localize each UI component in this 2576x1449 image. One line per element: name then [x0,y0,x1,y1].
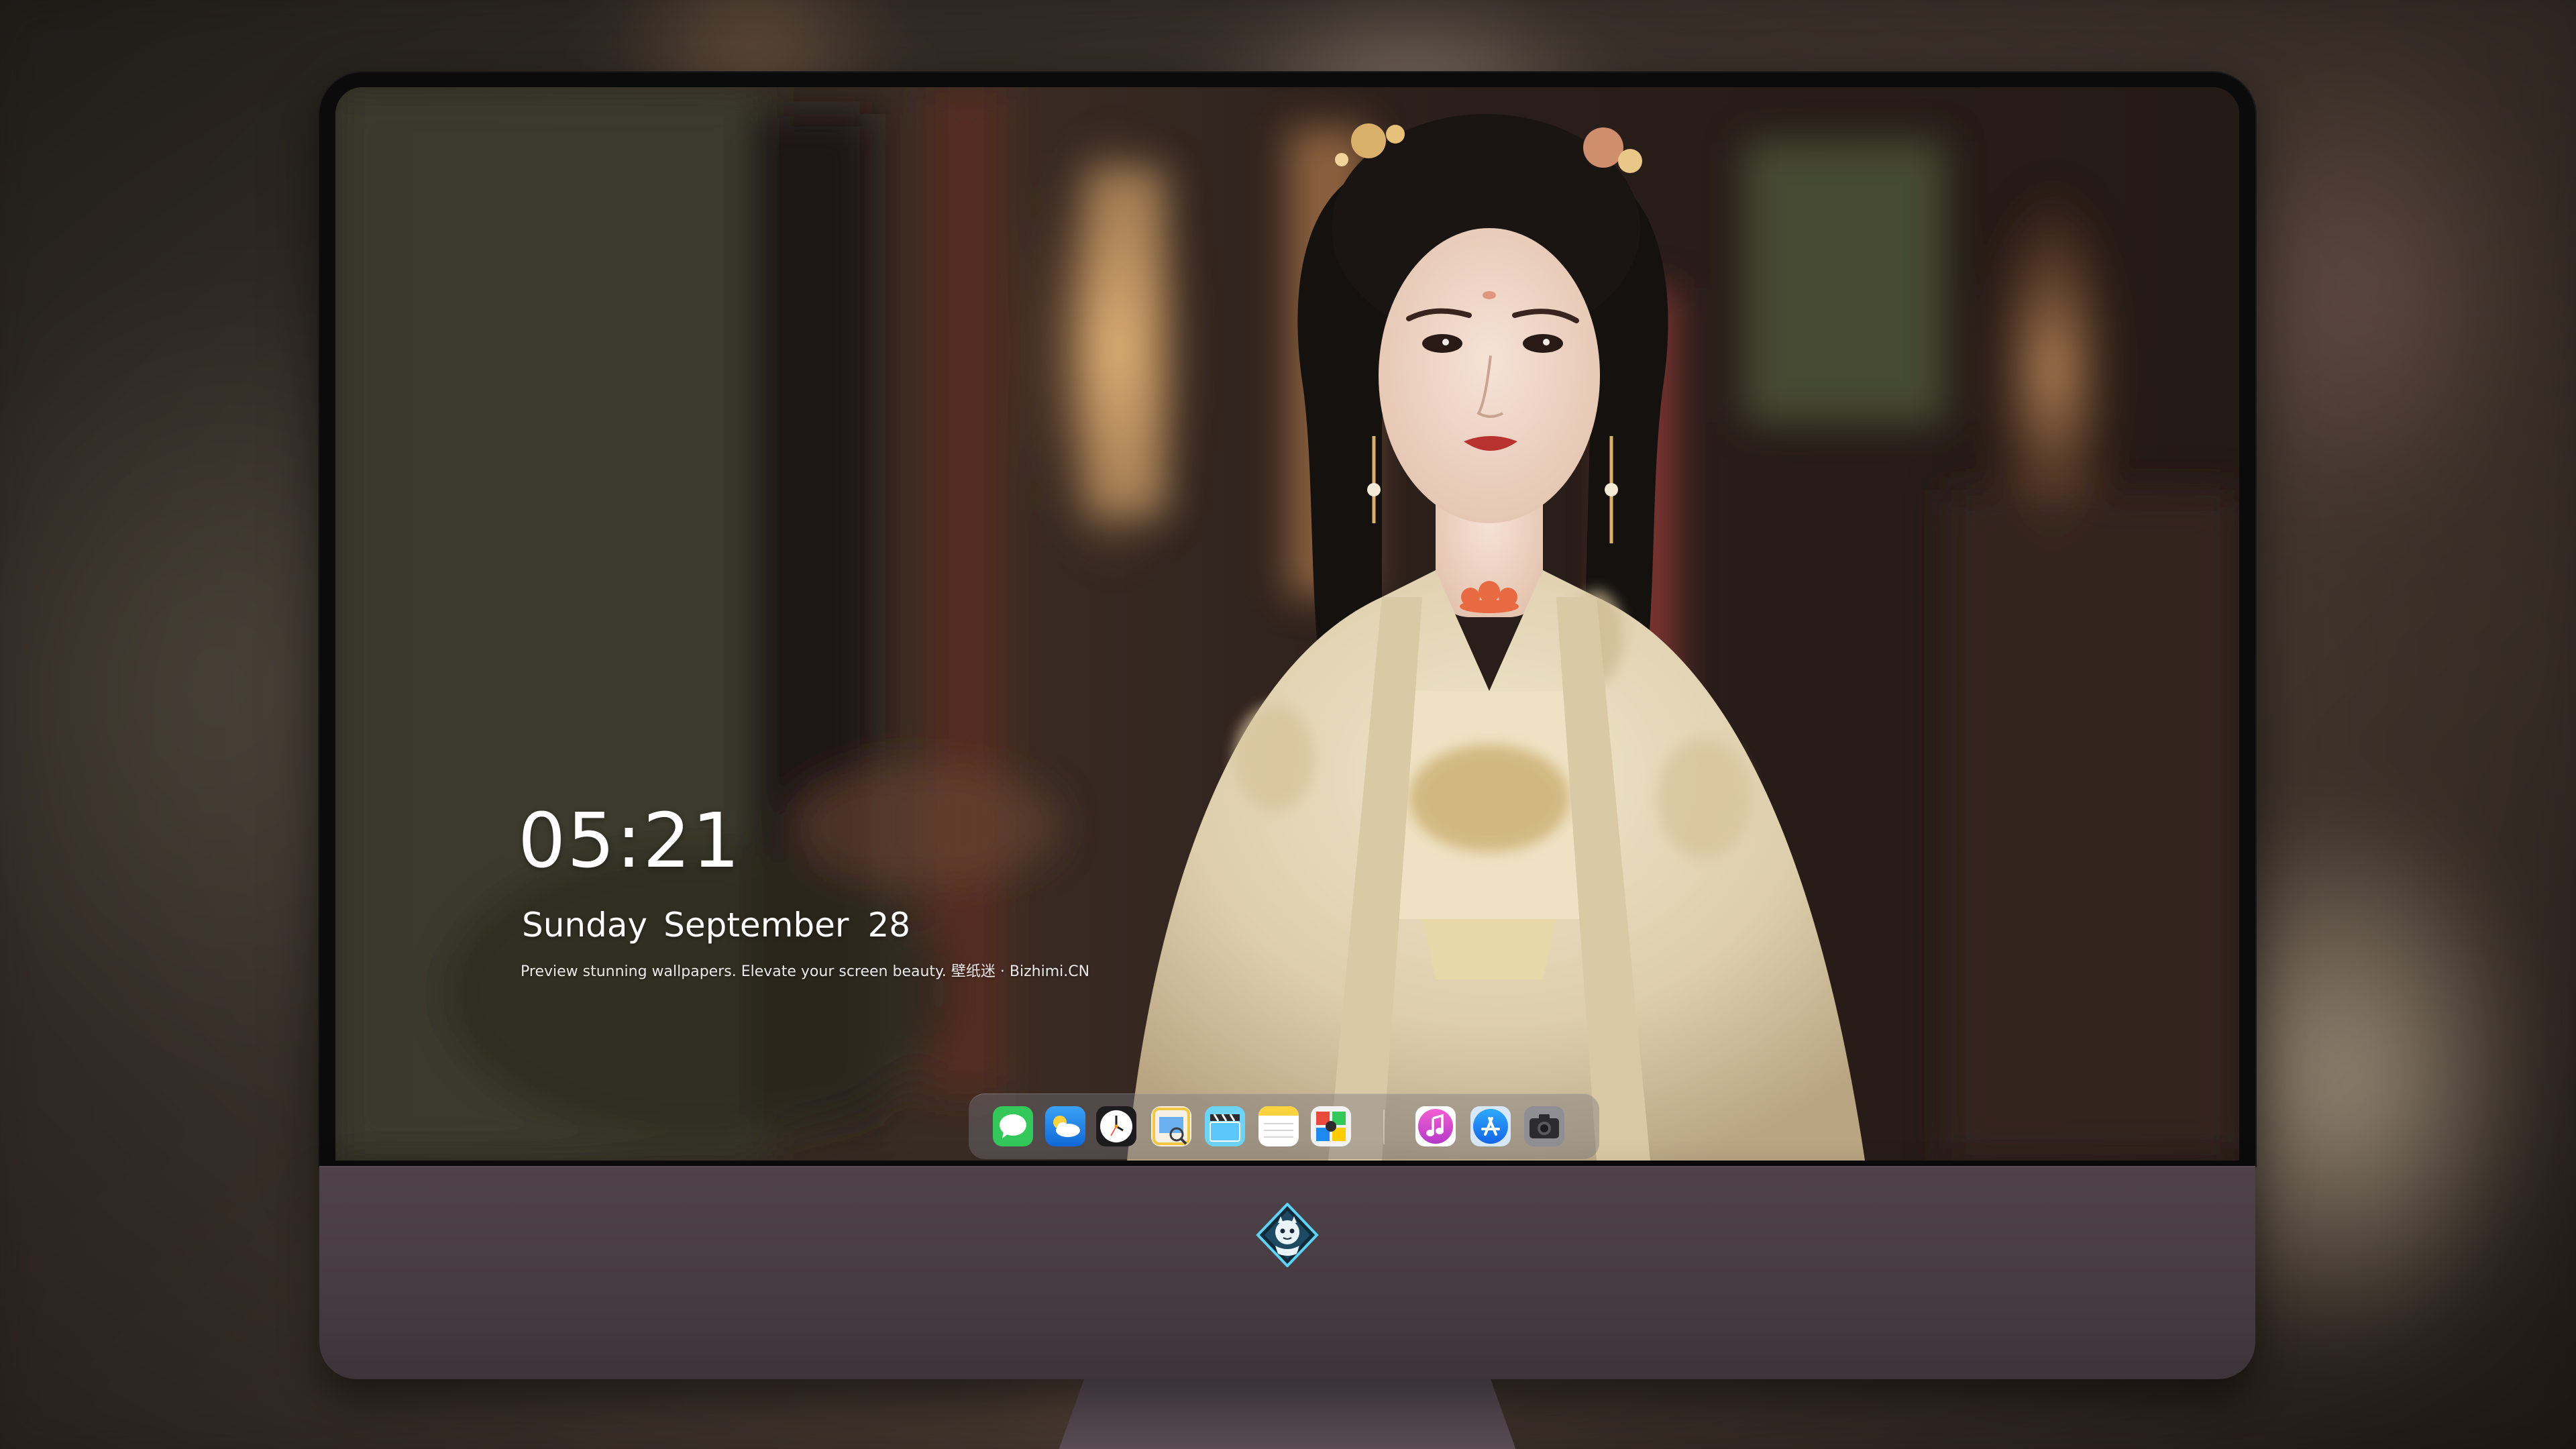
brand-logo-icon [1256,1203,1319,1267]
lock-screen[interactable]: 05:21 Sunday September 28 Preview stunning… [335,87,2239,1161]
desktop-scene: 05:21 Sunday September 28 Preview stunning… [0,0,2576,1449]
camera-icon[interactable] [1524,1106,1564,1146]
app-store-icon[interactable] [1470,1106,1511,1146]
preview-icon[interactable] [1151,1106,1191,1146]
clock-icon[interactable] [1096,1106,1136,1146]
weather-icon[interactable] [1045,1106,1085,1146]
photo-booth-icon[interactable] [1311,1106,1351,1146]
notes-icon[interactable] [1258,1106,1299,1146]
monitor-stand [1059,1379,1516,1449]
lock-screen-clock: 05:21 [518,798,741,885]
video-icon[interactable] [1205,1106,1245,1146]
date-month: September [663,906,849,945]
date-weekday: Sunday [522,906,648,945]
dock-divider [1383,1110,1385,1144]
watermark-tagline: Preview stunning wallpapers. Elevate you… [521,963,1090,980]
music-icon[interactable] [1415,1106,1456,1146]
monitor: 05:21 Sunday September 28 Preview stunning… [319,72,2255,1449]
wallpaper-image [335,87,2239,1161]
dock [969,1093,1599,1159]
messages-icon[interactable] [993,1106,1033,1146]
date-day: 28 [867,906,911,945]
monitor-chin [319,1166,2255,1379]
lock-screen-date: Sunday September 28 [522,908,910,942]
